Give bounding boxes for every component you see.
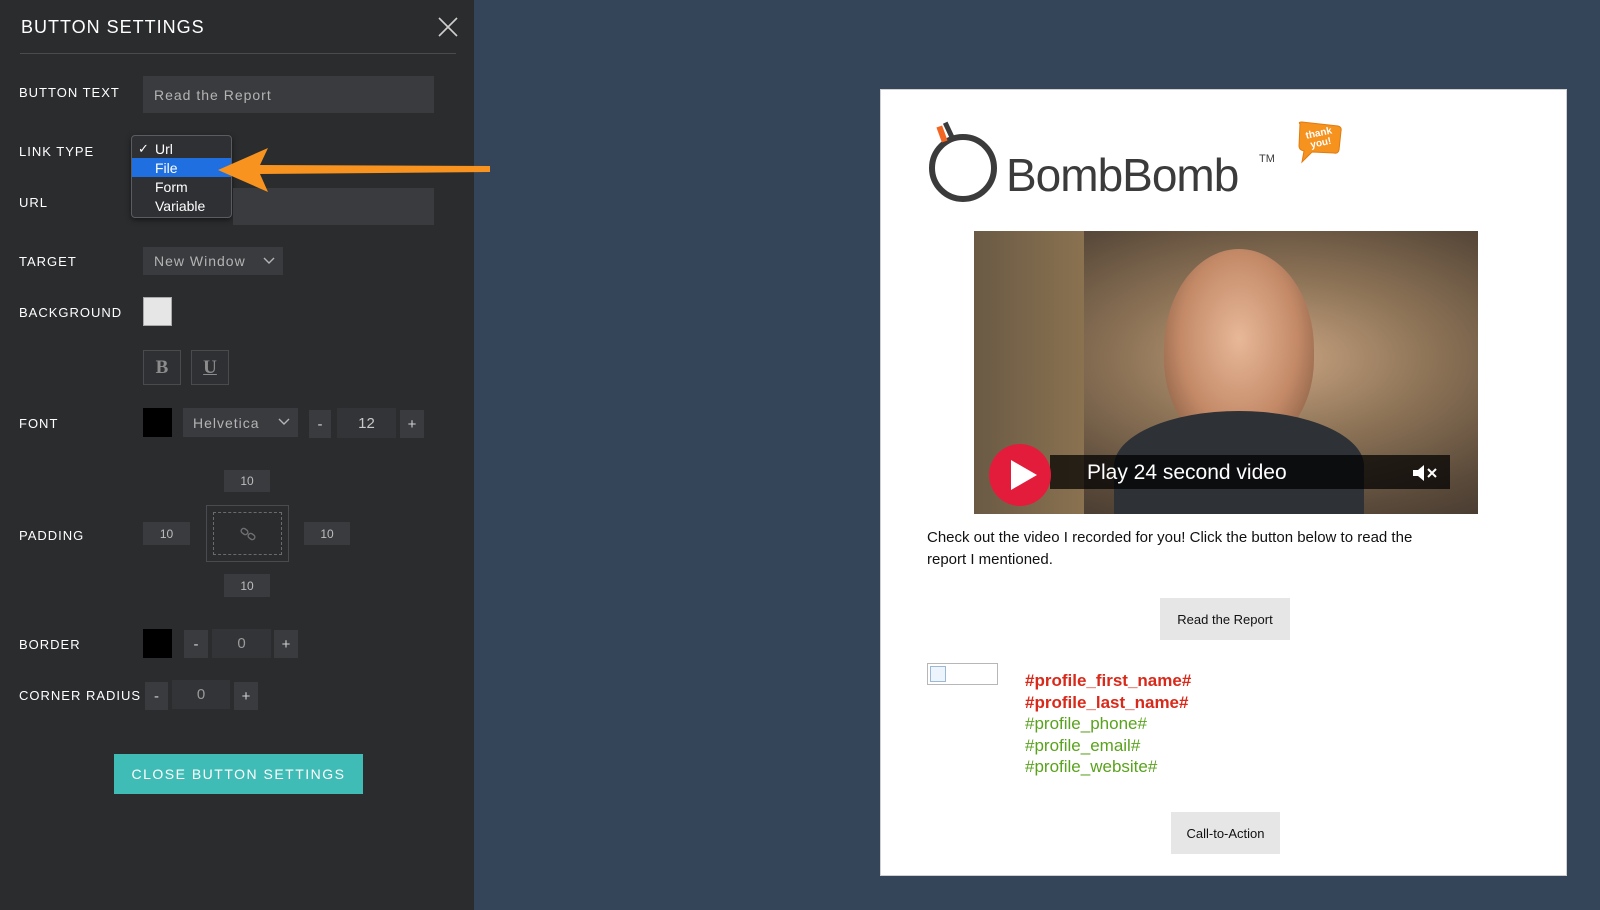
padding-left-input[interactable]: 10 xyxy=(143,522,190,545)
bold-button[interactable]: B xyxy=(143,350,181,385)
close-button-settings-button[interactable]: CLOSE BUTTON SETTINGS xyxy=(114,754,363,794)
border-increase-button[interactable]: + xyxy=(274,630,298,658)
mute-icon[interactable] xyxy=(1411,463,1441,483)
padding-right-input[interactable]: 10 xyxy=(304,522,350,545)
profile-email: #profile_email# xyxy=(1025,736,1141,755)
thank-you-badge: thank you! xyxy=(1294,120,1344,164)
font-family-select[interactable]: Helvetica xyxy=(183,408,298,437)
border-decrease-button[interactable]: - xyxy=(184,630,208,658)
trademark: TM xyxy=(1259,153,1275,165)
padding-label: PADDING xyxy=(19,528,85,543)
padding-top-input[interactable]: 10 xyxy=(224,470,270,492)
profile-last-name: #profile_last_name# xyxy=(1025,693,1189,712)
url-label: URL xyxy=(19,195,49,210)
broken-image-icon xyxy=(927,663,998,685)
menu-item-label: Variable xyxy=(155,197,206,214)
font-color-swatch[interactable] xyxy=(143,408,172,437)
underline-button[interactable]: U xyxy=(191,350,229,385)
font-size-increase-button[interactable]: + xyxy=(400,410,424,438)
font-size-input[interactable]: 12 xyxy=(337,408,396,438)
menu-item-file[interactable]: File xyxy=(132,158,231,177)
checkmark-icon: ✓ xyxy=(138,141,149,156)
profile-first-name: #profile_first_name# xyxy=(1025,671,1192,690)
menu-item-label: File xyxy=(155,159,178,176)
link-type-dropdown-menu[interactable]: ✓ Url File Form Variable xyxy=(131,135,232,218)
font-size-decrease-button[interactable]: - xyxy=(309,410,331,438)
profile-phone: #profile_phone# xyxy=(1025,714,1147,733)
target-label: TARGET xyxy=(19,254,77,269)
button-settings-panel: BUTTON SETTINGS BUTTON TEXT Read the Rep… xyxy=(0,0,474,910)
corner-radius-increase-button[interactable]: + xyxy=(234,682,258,710)
border-color-swatch[interactable] xyxy=(143,629,172,658)
link-type-label: LINK TYPE xyxy=(19,144,95,159)
target-value: New Window xyxy=(154,253,246,269)
background-color-swatch[interactable] xyxy=(143,297,172,326)
panel-title: BUTTON SETTINGS xyxy=(21,17,205,37)
background-label: BACKGROUND xyxy=(19,305,123,320)
profile-website: #profile_website# xyxy=(1025,757,1158,776)
corner-radius-label: CORNER RADIUS xyxy=(19,688,142,703)
padding-bottom-input[interactable]: 10 xyxy=(224,574,270,597)
chevron-down-icon xyxy=(278,418,290,425)
read-report-button[interactable]: Read the Report xyxy=(1160,598,1290,640)
border-label: BORDER xyxy=(19,637,81,652)
annotation-arrow-icon xyxy=(218,148,490,192)
font-label: FONT xyxy=(19,416,59,431)
corner-radius-decrease-button[interactable]: - xyxy=(145,682,168,710)
target-select[interactable]: New Window xyxy=(143,247,283,275)
menu-item-label: Form xyxy=(155,178,188,195)
menu-item-label: Url xyxy=(155,140,173,157)
link-icon xyxy=(240,527,256,541)
menu-item-url[interactable]: ✓ Url xyxy=(132,139,231,158)
email-body-text: Check out the video I recorded for you! … xyxy=(927,529,1413,568)
video-caption: Play 24 second video xyxy=(1087,461,1287,484)
video-thumbnail[interactable]: Play 24 second video xyxy=(974,231,1478,514)
play-icon xyxy=(1011,460,1037,490)
padding-link-box[interactable] xyxy=(206,505,289,562)
menu-item-form[interactable]: Form xyxy=(132,177,231,196)
call-to-action-button[interactable]: Call-to-Action xyxy=(1171,812,1280,854)
corner-radius-input[interactable]: 0 xyxy=(172,680,230,709)
font-family-value: Helvetica xyxy=(193,414,260,431)
divider xyxy=(20,53,456,54)
play-button[interactable] xyxy=(989,444,1051,506)
button-text-label: BUTTON TEXT xyxy=(19,85,120,100)
bombbomb-logo-icon xyxy=(929,121,997,202)
close-icon[interactable] xyxy=(437,16,459,38)
menu-item-variable[interactable]: Variable xyxy=(132,196,231,215)
border-width-input[interactable]: 0 xyxy=(212,629,271,658)
button-text-input[interactable]: Read the Report xyxy=(143,76,434,113)
email-preview: BombBomb TM thank you! Play 24 second vi… xyxy=(880,89,1567,876)
chevron-down-icon xyxy=(263,257,275,264)
brand-name: BombBomb xyxy=(1006,149,1239,201)
